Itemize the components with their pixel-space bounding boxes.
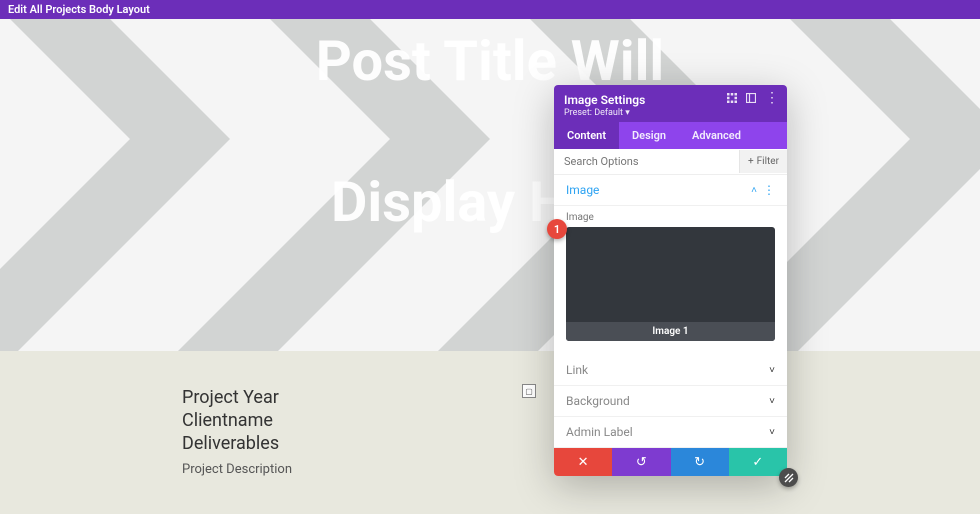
redo-button[interactable]: ↻: [671, 448, 729, 476]
save-button[interactable]: ✓: [729, 448, 787, 476]
section-admin-label-label: Admin Label: [566, 425, 633, 439]
top-bar-title: Edit All Projects Body Layout: [8, 3, 150, 16]
undo-button[interactable]: ↺: [612, 448, 670, 476]
chevron-down-icon: ˅: [769, 396, 775, 407]
panel-tabs: Content Design Advanced: [554, 122, 787, 149]
image-field-area: Image Image 1: [554, 206, 787, 355]
panel-header[interactable]: Image Settings Preset: Default ▾ ⋮: [554, 85, 787, 122]
tab-design[interactable]: Design: [619, 122, 679, 149]
section-link[interactable]: Link ˅: [554, 355, 787, 386]
filter-label: Filter: [757, 156, 779, 167]
tab-advanced[interactable]: Advanced: [679, 122, 754, 149]
tab-content[interactable]: Content: [554, 122, 619, 149]
broken-image-icon: ▢: [522, 384, 536, 398]
image-settings-panel: Image Settings Preset: Default ▾ ⋮ Conte…: [554, 85, 787, 476]
top-bar: Edit All Projects Body Layout: [0, 0, 980, 19]
section-link-label: Link: [566, 363, 588, 377]
image-selector[interactable]: Image 1: [566, 227, 775, 341]
chevron-down-icon: ˅: [769, 365, 775, 376]
filter-button[interactable]: + Filter: [739, 150, 787, 173]
panel-preset-row[interactable]: Preset: Default ▾: [564, 108, 777, 118]
drag-icon[interactable]: [727, 93, 737, 103]
expand-icon[interactable]: [746, 93, 756, 103]
cancel-button[interactable]: ✕: [554, 448, 612, 476]
image-box-label: Image 1: [566, 322, 775, 341]
panel-preset-prefix: Preset:: [564, 108, 592, 118]
resize-handle[interactable]: [779, 468, 798, 487]
hero-area: Post Title Will Display Here: [0, 19, 980, 351]
section-background-label: Background: [566, 394, 630, 408]
plus-icon: +: [748, 156, 754, 167]
search-input[interactable]: [554, 149, 739, 174]
section-image[interactable]: Image ˄ ⋮: [554, 175, 787, 206]
search-row: + Filter: [554, 149, 787, 175]
chevron-up-icon: ˄: [751, 185, 757, 196]
panel-header-icons: ⋮: [727, 93, 779, 103]
section-menu-icon[interactable]: ⋮: [763, 183, 775, 197]
section-admin-label[interactable]: Admin Label ˅: [554, 417, 787, 448]
chevron-down-icon: ▾: [625, 108, 630, 118]
project-info-area: Project Year Clientname Deliverables Pro…: [0, 351, 980, 514]
menu-icon[interactable]: ⋮: [765, 93, 779, 103]
callout-marker-1: 1: [547, 219, 567, 239]
panel-preset-value: Default: [594, 108, 623, 118]
image-field-label: Image: [566, 212, 775, 223]
panel-footer: ✕ ↺ ↻ ✓: [554, 448, 787, 476]
section-background[interactable]: Background ˅: [554, 386, 787, 417]
section-image-label: Image: [566, 183, 599, 197]
chevron-down-icon: ˅: [769, 427, 775, 438]
